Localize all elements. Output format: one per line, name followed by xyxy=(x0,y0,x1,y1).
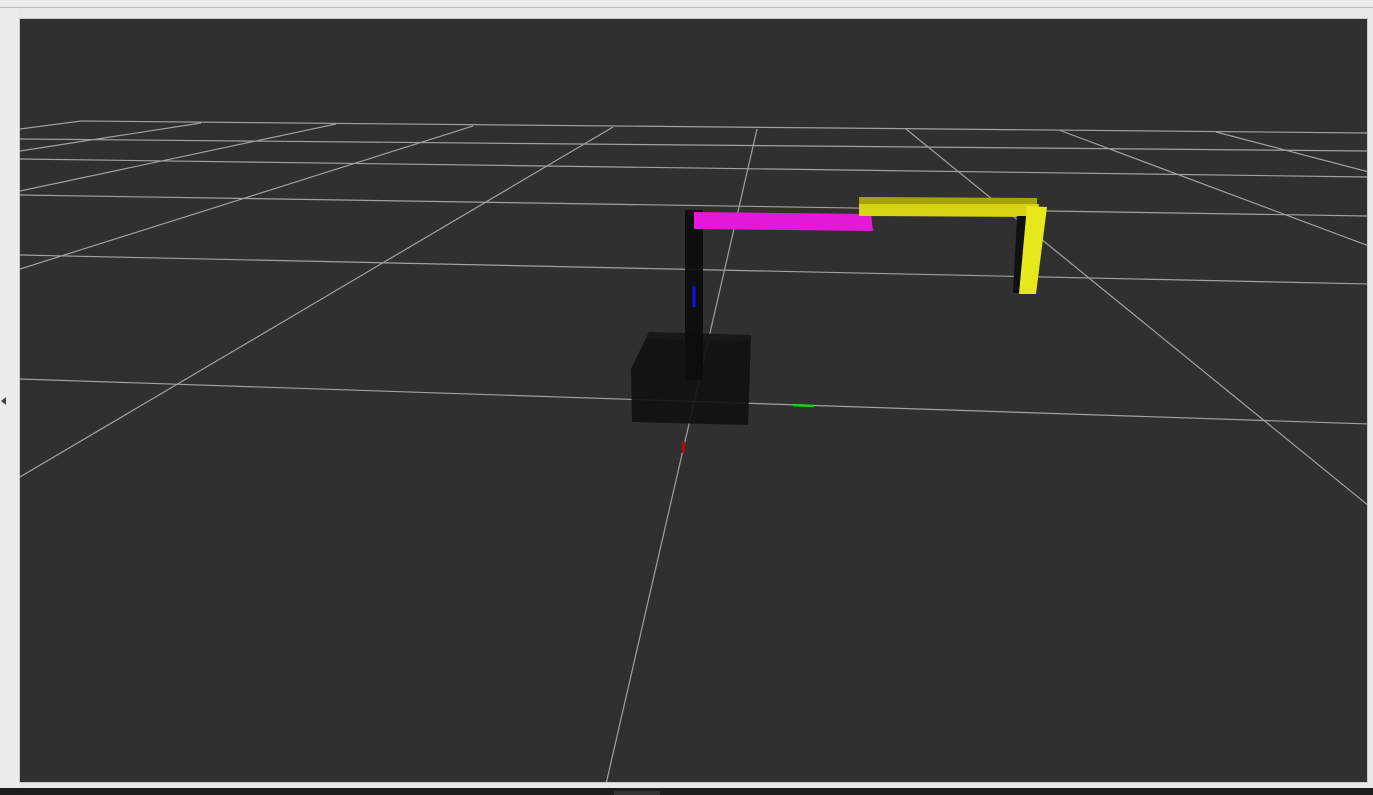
3d-render-viewport[interactable] xyxy=(19,18,1368,783)
robot-model[interactable] xyxy=(631,197,1047,425)
robot-arm-link-1 xyxy=(694,212,873,231)
grid-line xyxy=(20,123,337,192)
grid-line xyxy=(905,128,1367,506)
bottom-panel-handle[interactable] xyxy=(614,791,660,795)
x-axis-marker xyxy=(681,441,686,454)
top-toolbar-border xyxy=(0,0,1373,8)
robot-arm-link-2-top xyxy=(859,197,1037,205)
robot-arm-link-2 xyxy=(859,204,1039,217)
grid-line xyxy=(20,120,82,130)
bottom-status-bar xyxy=(0,788,1373,795)
grid-line xyxy=(20,122,202,152)
grid-line xyxy=(20,126,614,478)
grid-line xyxy=(1058,129,1367,246)
rviz-window xyxy=(0,0,1373,795)
grid-line xyxy=(20,138,1367,152)
y-axis-marker xyxy=(792,403,815,408)
grid-line xyxy=(80,120,1367,134)
scene-canvas[interactable] xyxy=(20,19,1368,783)
grid-line xyxy=(20,125,474,270)
caret-left-icon[interactable] xyxy=(0,395,8,407)
grid-line xyxy=(1215,131,1367,173)
grid-line xyxy=(20,158,1367,178)
